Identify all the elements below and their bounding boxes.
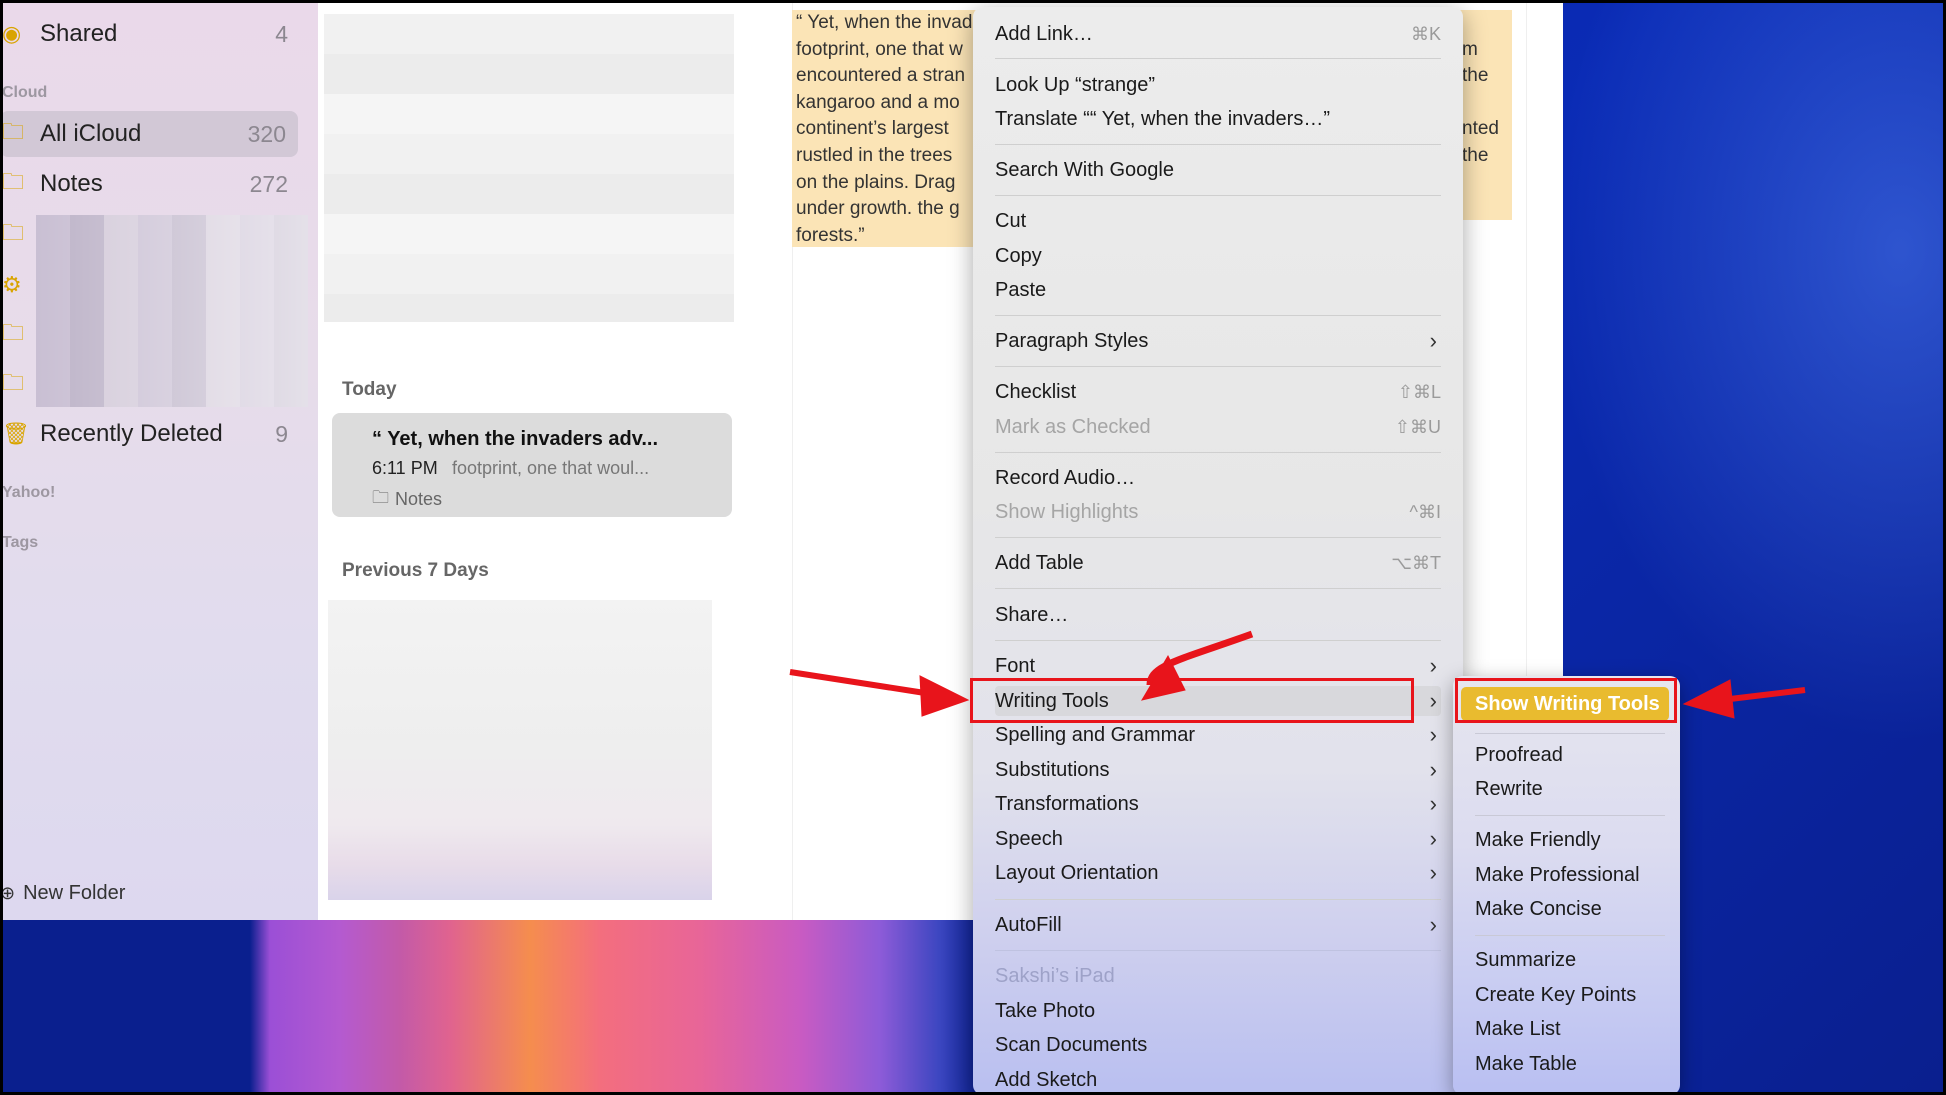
- arrow-left-head: [919, 675, 970, 717]
- annotation-arrows: [789, 630, 1806, 719]
- arrow-right-shaft: [1729, 687, 1806, 702]
- arrow-right-head: [1682, 679, 1735, 719]
- arrow-left-shaft: [789, 669, 926, 696]
